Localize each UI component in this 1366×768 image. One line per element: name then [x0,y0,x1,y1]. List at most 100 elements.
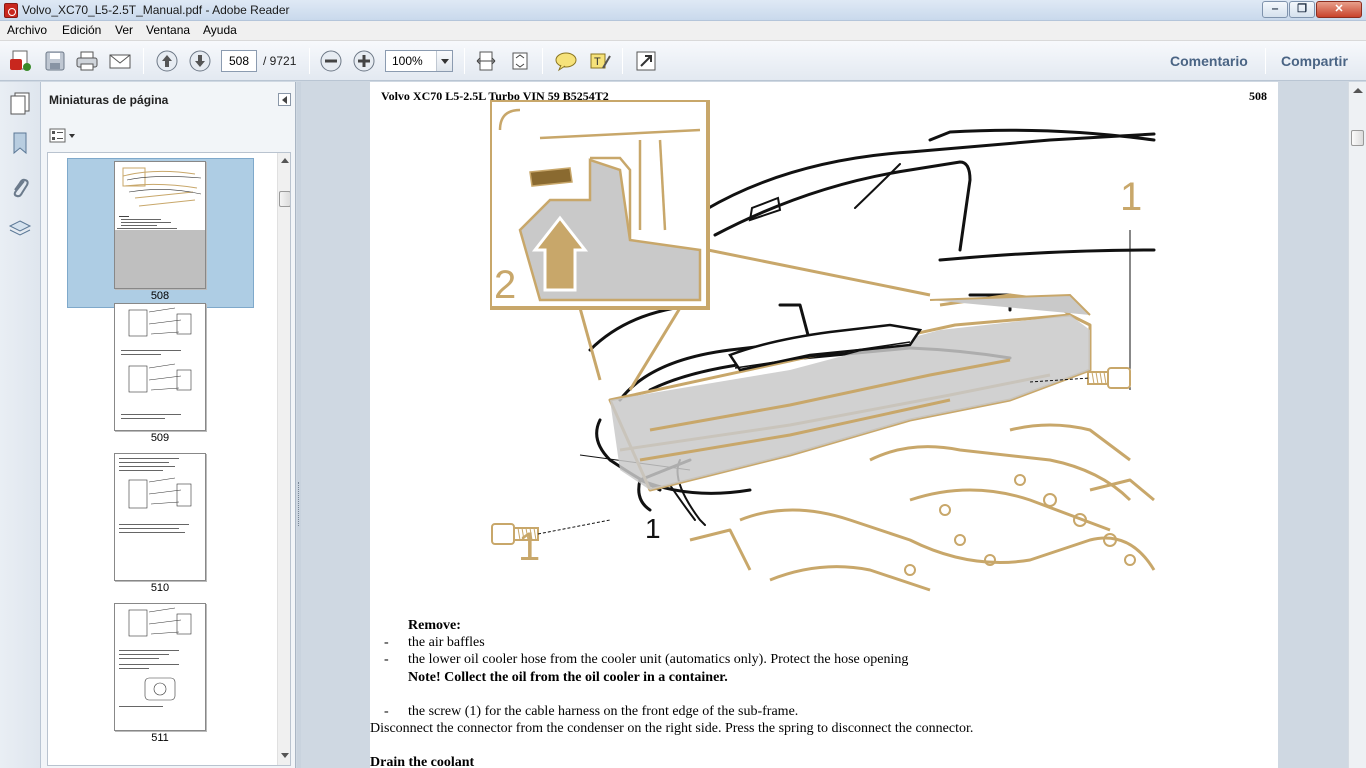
menu-ayuda[interactable]: Ayuda [203,23,237,37]
thumbnail-page-508 [114,161,206,289]
zoom-out-button[interactable] [318,48,344,74]
thumbnail-label: 511 [151,732,169,744]
chevron-down-icon[interactable] [436,51,452,71]
fit-page-icon [476,51,496,71]
thumbnail-scrollbar[interactable] [277,153,290,765]
close-icon: ✕ [1334,3,1344,15]
layers-button[interactable] [6,214,34,244]
navigation-strip [0,82,41,768]
comment-tab[interactable]: Comentario [1170,53,1248,69]
callout-label: 2 [494,263,516,307]
bookmark-icon [13,132,27,155]
minimize-icon: ‒ [1271,3,1279,15]
print-button[interactable] [74,48,100,74]
email-button[interactable] [107,48,133,74]
fit-width-icon [512,52,528,70]
paragraph-text: Disconnect the connector from the conden… [370,721,974,736]
attachments-button[interactable] [6,172,34,202]
page-thumbnails-button[interactable] [6,88,34,118]
layers-icon [8,220,32,236]
section-heading: Drain the coolant [370,755,475,768]
highlighter-icon: T [590,53,611,69]
window-title: Volvo_XC70_L5-2.5T_Manual.pdf - Adobe Re… [22,3,290,17]
expand-icon [636,51,656,71]
bookmarks-button[interactable] [6,128,34,158]
menu-edicion[interactable]: Edición [62,23,101,37]
share-tab[interactable]: Compartir [1281,53,1348,69]
create-pdf-icon [10,50,31,71]
menu-archivo[interactable]: Archivo [7,23,47,37]
plus-icon [353,50,375,72]
collapse-panel-button[interactable] [278,93,291,106]
callout-label: 1 [1120,175,1142,219]
thumbnail-page-509 [114,303,206,431]
page-total: / 9721 [263,54,297,68]
close-button[interactable]: ✕ [1316,1,1362,18]
zoom-value: 100% [392,54,423,68]
thumbnail-label: 509 [150,432,170,444]
thumbnail-page-510 [114,453,206,581]
arrow-down-icon [189,50,211,72]
step-text: the lower oil cooler hose from the coole… [408,652,909,667]
previous-page-button[interactable] [154,48,180,74]
step-text: the air baffles [408,635,485,650]
save-button[interactable] [42,48,68,74]
scroll-up-icon[interactable] [278,153,290,167]
printer-icon [76,51,98,71]
svg-text:T: T [594,56,601,68]
pages-icon [10,92,30,115]
paperclip-icon [13,178,29,198]
menu-ventana[interactable]: Ventana [146,23,190,37]
create-pdf-button[interactable] [8,48,34,74]
note-text: Note! Collect the oil from the oil coole… [408,670,728,685]
minimize-button[interactable]: ‒ [1262,1,1288,18]
envelope-icon [109,54,131,69]
thumbnail-item[interactable]: 509 [48,303,274,453]
thumbnail-list: 508 509 510 511 [47,152,291,766]
thumbnail-label: 508 [150,290,170,302]
document-view[interactable]: Volvo XC70 L5-2.5L Turbo VIN 59 B5254T2 … [301,82,1348,768]
bullet-dash: - [384,635,389,650]
scroll-down-icon[interactable] [278,749,290,763]
menu-bar: Archivo Edición Ver Ventana Ayuda [0,21,1366,41]
callout-label: 1 [645,513,661,544]
engine-diagram: 1 1 1 2 [490,100,1156,592]
options-menu-button[interactable] [49,128,77,146]
scroll-thumb[interactable] [1351,130,1364,146]
document-scrollbar[interactable] [1348,82,1366,768]
thumbnail-label: 510 [150,582,170,594]
page-number-input[interactable] [221,50,257,72]
title-bar: Volvo_XC70_L5-2.5T_Manual.pdf - Adobe Re… [0,0,1366,21]
toolbar: / 9721 100% T Comentario Compartir [0,41,1366,81]
highlight-text-button[interactable]: T [587,48,613,74]
thumbnail-panel: Miniaturas de página 508 509 510 511 [41,82,296,768]
next-page-button[interactable] [187,48,213,74]
zoom-select[interactable]: 100% [385,50,453,72]
scroll-thumb[interactable] [279,191,290,207]
expand-button[interactable] [633,48,659,74]
sticky-note-button[interactable] [553,48,579,74]
fit-page-button[interactable] [473,48,499,74]
comment-bubble-icon [555,52,577,72]
pdf-page: Volvo XC70 L5-2.5L Turbo VIN 59 B5254T2 … [370,82,1278,768]
panel-title: Miniaturas de página [49,93,169,107]
minus-icon [320,50,342,72]
thumbnail-page-511 [114,603,206,731]
thumbnail-item[interactable]: 510 [48,453,274,603]
thumbnail-item[interactable]: 511 [48,603,274,753]
page-header-number: 508 [1249,89,1267,103]
scroll-up-icon[interactable] [1349,82,1366,99]
bullet-dash: - [384,704,389,719]
zoom-in-button[interactable] [351,48,377,74]
step-text: the screw (1) for the cable harness on t… [408,704,799,719]
restore-icon: ❐ [1297,3,1307,15]
arrow-up-icon [156,50,178,72]
full-screen-fit-button[interactable] [507,48,533,74]
maximize-button[interactable]: ❐ [1289,1,1315,18]
bullet-dash: - [384,652,389,667]
menu-ver[interactable]: Ver [115,23,133,37]
callout-label: 1 [518,525,540,569]
thumbnail-item[interactable]: 508 [48,153,274,308]
options-list-icon [49,128,75,143]
remove-heading: Remove: [408,618,461,633]
